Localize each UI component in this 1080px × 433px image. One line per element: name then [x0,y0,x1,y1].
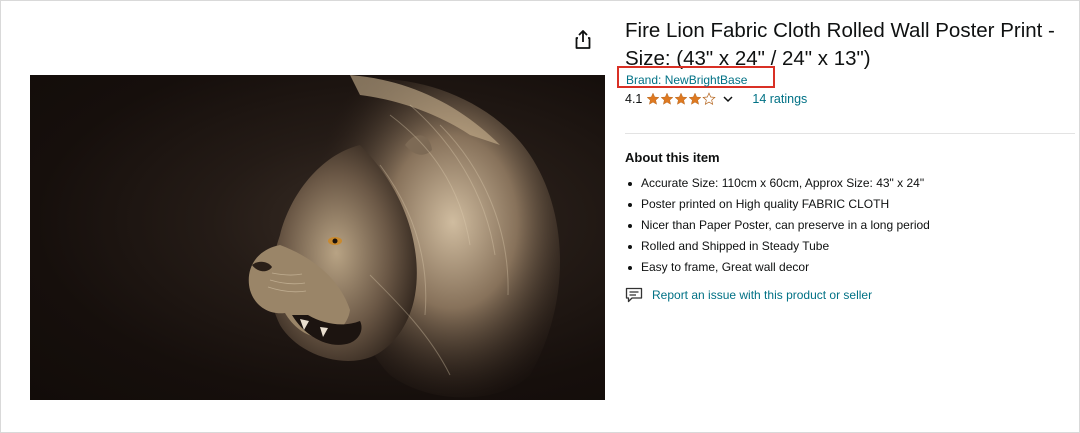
about-heading: About this item [625,150,720,165]
star-full-icon [660,92,674,105]
list-item: Accurate Size: 110cm x 60cm, Approx Size… [625,173,930,194]
star-full-icon [646,92,660,105]
about-bullets: Accurate Size: 110cm x 60cm, Approx Size… [625,173,930,278]
rating-row: 4.1 14 ratings [625,90,807,108]
lion-poster-image[interactable] [30,75,605,400]
chevron-down-icon[interactable] [722,94,734,104]
list-item: Rolled and Shipped in Steady Tube [625,236,930,257]
list-item: Easy to frame, Great wall decor [625,257,930,278]
star-full-icon [688,92,702,105]
star-rating[interactable] [646,92,717,106]
feedback-icon [625,287,643,303]
star-empty-icon [702,92,717,105]
star-full-icon [674,92,688,105]
share-icon[interactable] [573,29,593,51]
page-frame: Fire Lion Fabric Cloth Rolled Wall Poste… [0,0,1080,433]
report-issue-link[interactable]: Report an issue with this product or sel… [625,287,872,303]
rating-value: 4.1 [625,92,643,106]
section-divider [625,133,1075,134]
report-issue-label: Report an issue with this product or sel… [652,288,873,302]
ratings-count-link[interactable]: 14 ratings [752,92,807,106]
list-item: Nicer than Paper Poster, can preserve in… [625,215,930,236]
list-item: Poster printed on High quality FABRIC CL… [625,194,930,215]
brand-link[interactable]: Brand: NewBrightBase [626,73,747,87]
product-title: Fire Lion Fabric Cloth Rolled Wall Poste… [625,19,1055,70]
